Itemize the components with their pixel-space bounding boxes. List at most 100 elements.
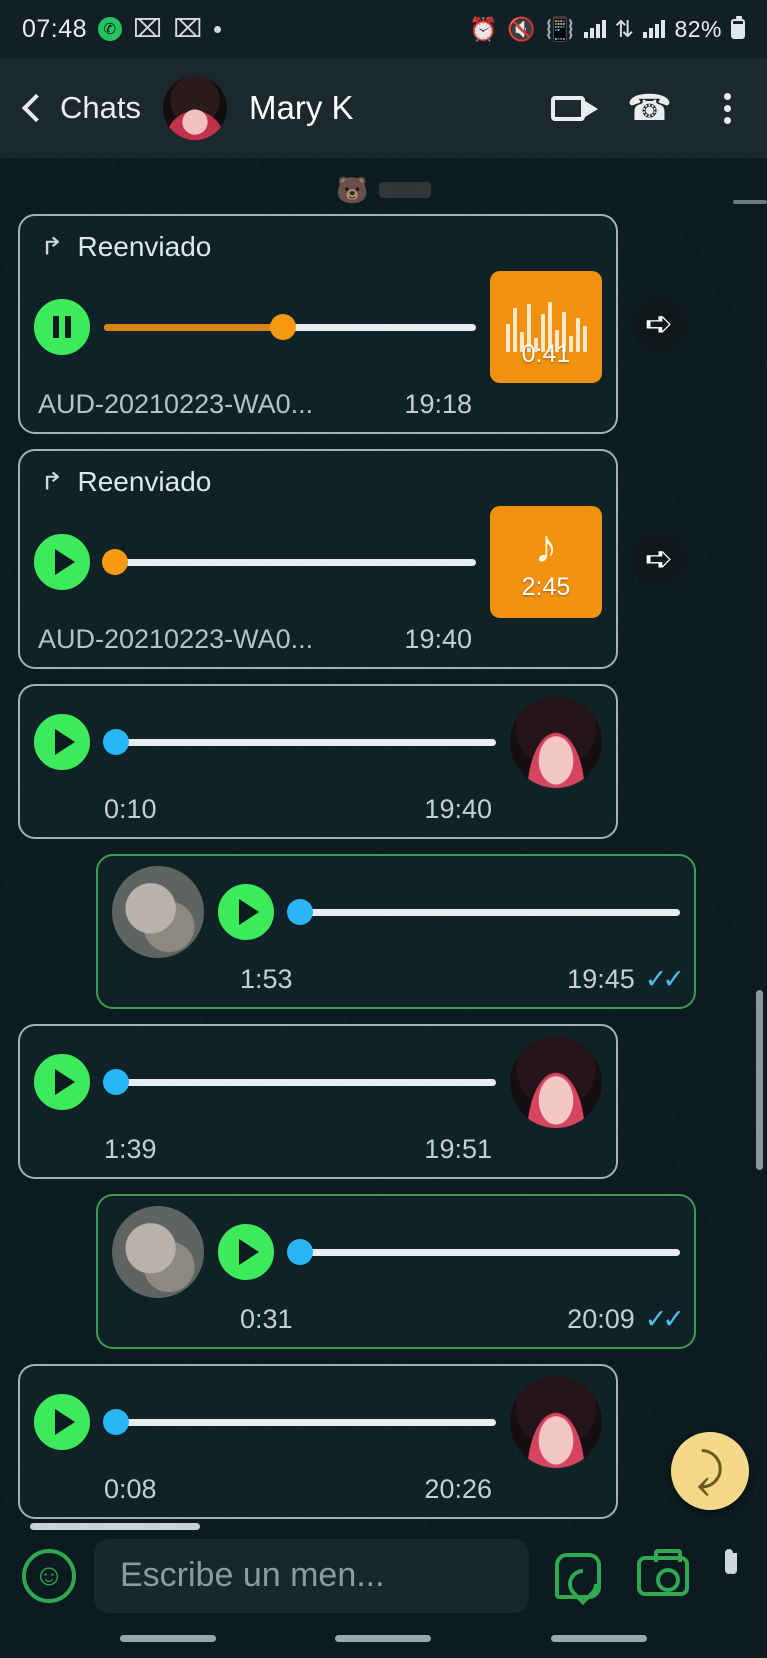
whatsapp-icon: ✆ bbox=[98, 17, 123, 41]
status-bar: 07:48 ✆ ⌧ ⌧ ⏰ 🔇 📳 ⇅ 82% bbox=[0, 0, 767, 58]
forwarded-label: Reenviado bbox=[77, 465, 212, 497]
slider-knob[interactable] bbox=[269, 314, 296, 340]
chevron-left-icon bbox=[21, 93, 51, 123]
sticker-message: 🐻 bbox=[0, 166, 767, 214]
audio-meta-row: 0:31 20:09 ✓✓ bbox=[112, 1304, 685, 1335]
audio-seek-slider[interactable] bbox=[286, 899, 680, 925]
signal-icon-2 bbox=[643, 20, 666, 38]
message-input-bar: ☺ Escribe un men... bbox=[0, 1533, 767, 1618]
pause-icon[interactable] bbox=[34, 299, 90, 355]
chat-header: Chats Mary K ☎ bbox=[0, 58, 767, 158]
play-icon[interactable] bbox=[218, 1224, 274, 1280]
message-timestamp: 19:40 bbox=[424, 794, 492, 824]
mute-icon: ⌧ bbox=[133, 15, 163, 43]
sticker-icon[interactable] bbox=[555, 1552, 601, 1599]
sticker-shadow bbox=[378, 182, 431, 198]
voice-message-bubble[interactable]: 0:31 20:09 ✓✓ bbox=[96, 1194, 696, 1349]
play-icon[interactable] bbox=[218, 884, 274, 940]
voice-call-icon[interactable]: ☎ bbox=[627, 87, 672, 129]
message-timestamp: 19:51 bbox=[424, 1134, 492, 1164]
audio-seek-slider[interactable] bbox=[102, 729, 496, 755]
back-button[interactable]: Chats bbox=[20, 90, 141, 126]
audio-message-bubble[interactable]: ↱ Reenviado ♪ 2:45 AUD-20210223-WA0... 1… bbox=[18, 449, 618, 669]
message-timestamp: 20:26 bbox=[424, 1474, 492, 1504]
sender-avatar[interactable] bbox=[112, 1206, 204, 1298]
scrollbar[interactable] bbox=[756, 990, 763, 1170]
microphone-icon[interactable] bbox=[725, 1548, 745, 1599]
voice-message-bubble[interactable]: 0:10 19:40 bbox=[18, 684, 618, 839]
slider-knob[interactable] bbox=[102, 729, 129, 755]
audio-player bbox=[34, 1036, 602, 1128]
emoji-icon[interactable]: ☺ bbox=[22, 1548, 76, 1603]
message-row: 0:08 20:26 bbox=[0, 1364, 767, 1519]
slider-knob[interactable] bbox=[286, 1239, 313, 1265]
audio-seek-slider[interactable] bbox=[102, 1409, 496, 1435]
nav-back-button[interactable] bbox=[551, 1634, 648, 1642]
input-actions bbox=[555, 1548, 745, 1599]
page-title[interactable]: Mary K bbox=[249, 89, 354, 127]
slider-track bbox=[288, 1248, 680, 1256]
sender-avatar[interactable] bbox=[112, 866, 204, 958]
system-navigation-bar bbox=[0, 1618, 767, 1658]
slider-track bbox=[104, 558, 476, 566]
audio-player bbox=[34, 1376, 602, 1468]
avatar[interactable] bbox=[162, 76, 227, 140]
forward-message-button[interactable]: ➪ bbox=[632, 297, 686, 351]
play-icon[interactable] bbox=[34, 714, 90, 770]
message-timestamp: 20:09 bbox=[567, 1304, 635, 1334]
slider-knob[interactable] bbox=[286, 899, 313, 925]
play-icon[interactable] bbox=[34, 1054, 90, 1110]
message-timestamp: 19:40 bbox=[404, 624, 472, 654]
battery-percent: 82% bbox=[674, 15, 722, 42]
chat-message-list[interactable]: 🐻 ↱ Reenviado 0:41 AUD-20210223-WA0... 1… bbox=[0, 158, 767, 1533]
forwarded-label: Reenviado bbox=[77, 230, 212, 262]
video-call-icon[interactable] bbox=[551, 95, 599, 121]
audio-meta-row: AUD-20210223-WA0... 19:40 bbox=[34, 624, 602, 655]
audio-message-bubble[interactable]: ↱ Reenviado 0:41 AUD-20210223-WA0... 19:… bbox=[18, 214, 618, 434]
slider-knob[interactable] bbox=[102, 1409, 129, 1435]
slider-track bbox=[104, 1078, 496, 1086]
play-icon[interactable] bbox=[34, 1394, 90, 1450]
slider-knob[interactable] bbox=[102, 1069, 129, 1095]
message-row: ↱ Reenviado ♪ 2:45 AUD-20210223-WA0... 1… bbox=[0, 449, 767, 669]
forward-arrow-icon: ↱ bbox=[40, 468, 64, 495]
audio-meta-row: 0:08 20:26 bbox=[34, 1474, 602, 1505]
sender-avatar[interactable] bbox=[510, 1376, 602, 1468]
scroll-to-bottom-button[interactable]: ⤸ bbox=[671, 1432, 749, 1510]
forward-arrow-icon: ↱ bbox=[40, 233, 64, 260]
nav-recents-button[interactable] bbox=[119, 1634, 216, 1642]
mute-icon-2: ⌧ bbox=[173, 15, 203, 43]
forwarded-label-row: ↱ Reenviado bbox=[40, 465, 602, 498]
audio-meta-row: 1:53 19:45 ✓✓ bbox=[112, 964, 685, 995]
audio-duration: 1:53 bbox=[240, 964, 293, 994]
forward-message-button[interactable]: ➪ bbox=[632, 532, 686, 586]
voice-message-bubble[interactable]: 1:53 19:45 ✓✓ bbox=[96, 854, 696, 1009]
audio-filename: AUD-20210223-WA0... bbox=[38, 624, 314, 654]
music-note-icon: ♪ bbox=[534, 519, 558, 572]
audio-seek-slider[interactable] bbox=[102, 1069, 496, 1095]
message-row: 1:39 19:51 bbox=[0, 1024, 767, 1179]
slider-fill bbox=[104, 323, 283, 331]
audio-duration: 0:31 bbox=[240, 1304, 293, 1334]
message-input[interactable]: Escribe un men... bbox=[94, 1538, 529, 1613]
voice-message-bubble[interactable]: 0:08 20:26 bbox=[18, 1364, 618, 1519]
audio-seek-slider[interactable] bbox=[102, 549, 476, 575]
audio-thumbnail-music[interactable]: ♪ 2:45 bbox=[490, 506, 602, 618]
voice-message-bubble[interactable]: 1:39 19:51 bbox=[18, 1024, 618, 1179]
audio-duration: 1:39 bbox=[104, 1134, 157, 1164]
audio-player: ♪ 2:45 bbox=[34, 506, 602, 618]
message-row: ↱ Reenviado 0:41 AUD-20210223-WA0... 19:… bbox=[0, 214, 767, 434]
edge-indicator bbox=[733, 200, 767, 204]
play-icon[interactable] bbox=[34, 534, 90, 590]
microphone-icon bbox=[150, 1274, 166, 1300]
audio-seek-slider[interactable] bbox=[104, 314, 476, 340]
audio-thumbnail-waveform[interactable]: 0:41 bbox=[490, 271, 602, 383]
slider-knob[interactable] bbox=[102, 549, 129, 575]
sender-avatar[interactable] bbox=[510, 696, 602, 788]
overflow-menu-icon[interactable] bbox=[714, 91, 741, 126]
sender-avatar[interactable] bbox=[510, 1036, 602, 1128]
audio-player: 0:41 bbox=[34, 271, 602, 383]
audio-seek-slider[interactable] bbox=[286, 1239, 680, 1265]
camera-icon[interactable] bbox=[637, 1548, 689, 1596]
nav-home-button[interactable] bbox=[335, 1634, 432, 1642]
